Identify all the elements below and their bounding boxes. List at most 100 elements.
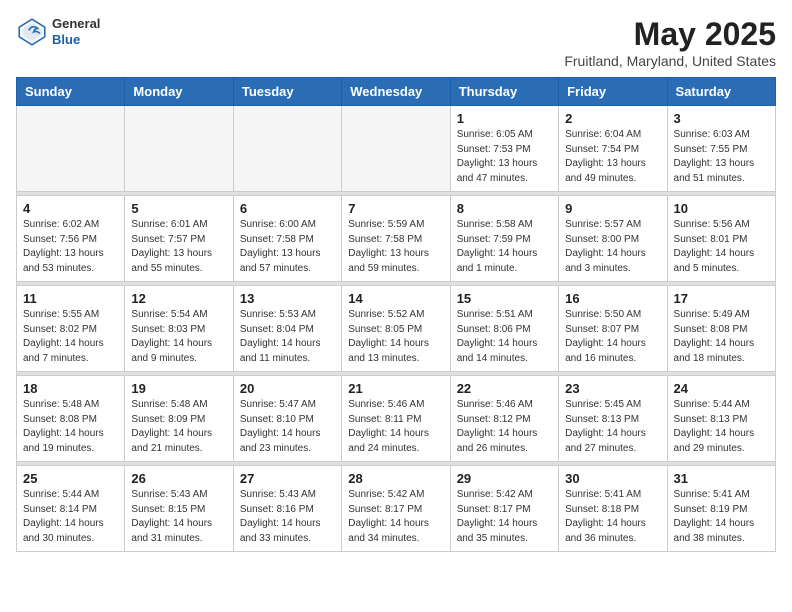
day-info: Sunrise: 5:59 AM Sunset: 7:58 PM Dayligh… <box>348 218 443 276</box>
day-info: Sunrise: 5:56 AM Sunset: 8:01 PM Dayligh… <box>674 218 769 276</box>
day-info: Sunrise: 5:46 AM Sunset: 8:12 PM Dayligh… <box>457 398 552 456</box>
day-info: Sunrise: 5:51 AM Sunset: 8:06 PM Dayligh… <box>457 308 552 366</box>
day-info: Sunrise: 5:45 AM Sunset: 8:13 PM Dayligh… <box>565 398 660 456</box>
calendar-day: 20 Sunrise: 5:47 AM Sunset: 8:10 PM Dayli… <box>233 376 341 462</box>
logo-text: General Blue <box>52 16 100 47</box>
calendar-day <box>342 106 450 192</box>
day-number: 21 <box>348 381 443 396</box>
page-header: General Blue May 2025 Fruitland, Marylan… <box>16 16 776 69</box>
logo-icon <box>16 16 48 48</box>
calendar-day: 27 Sunrise: 5:43 AM Sunset: 8:16 PM Dayli… <box>233 466 341 552</box>
day-number: 29 <box>457 471 552 486</box>
calendar-day: 29 Sunrise: 5:42 AM Sunset: 8:17 PM Dayli… <box>450 466 558 552</box>
day-number: 12 <box>131 291 226 306</box>
day-info: Sunrise: 5:46 AM Sunset: 8:11 PM Dayligh… <box>348 398 443 456</box>
weekday-header: Monday <box>125 78 233 106</box>
calendar-day: 25 Sunrise: 5:44 AM Sunset: 8:14 PM Dayli… <box>17 466 125 552</box>
calendar-day: 26Sunrise: 5:43 AM Sunset: 8:15 PM Dayli… <box>125 466 233 552</box>
day-info: Sunrise: 6:00 AM Sunset: 7:58 PM Dayligh… <box>240 218 335 276</box>
day-number: 10 <box>674 201 769 216</box>
day-info: Sunrise: 6:05 AM Sunset: 7:53 PM Dayligh… <box>457 128 552 186</box>
day-number: 23 <box>565 381 660 396</box>
day-info: Sunrise: 5:48 AM Sunset: 8:09 PM Dayligh… <box>131 398 226 456</box>
calendar-day <box>125 106 233 192</box>
day-number: 25 <box>23 471 118 486</box>
calendar-day: 18 Sunrise: 5:48 AM Sunset: 8:08 PM Dayli… <box>17 376 125 462</box>
calendar-day: 8Sunrise: 5:58 AM Sunset: 7:59 PM Daylig… <box>450 196 558 282</box>
calendar-day: 4Sunrise: 6:02 AM Sunset: 7:56 PM Daylig… <box>17 196 125 282</box>
day-info: Sunrise: 5:52 AM Sunset: 8:05 PM Dayligh… <box>348 308 443 366</box>
day-number: 22 <box>457 381 552 396</box>
day-info: Sunrise: 5:57 AM Sunset: 8:00 PM Dayligh… <box>565 218 660 276</box>
calendar-day: 14 Sunrise: 5:52 AM Sunset: 8:05 PM Dayli… <box>342 286 450 372</box>
calendar-day: 24 Sunrise: 5:44 AM Sunset: 8:13 PM Dayli… <box>667 376 775 462</box>
calendar-day <box>17 106 125 192</box>
weekday-header: Wednesday <box>342 78 450 106</box>
calendar-day: 5Sunrise: 6:01 AM Sunset: 7:57 PM Daylig… <box>125 196 233 282</box>
day-number: 4 <box>23 201 118 216</box>
weekday-header: Friday <box>559 78 667 106</box>
day-number: 3 <box>674 111 769 126</box>
day-info: Sunrise: 5:44 AM Sunset: 8:14 PM Dayligh… <box>23 488 118 546</box>
day-number: 24 <box>674 381 769 396</box>
day-number: 27 <box>240 471 335 486</box>
day-number: 31 <box>674 471 769 486</box>
logo-blue: Blue <box>52 32 100 48</box>
day-number: 15 <box>457 291 552 306</box>
day-info: Sunrise: 5:53 AM Sunset: 8:04 PM Dayligh… <box>240 308 335 366</box>
week-row: 4Sunrise: 6:02 AM Sunset: 7:56 PM Daylig… <box>17 196 776 282</box>
calendar-day: 10 Sunrise: 5:56 AM Sunset: 8:01 PM Dayli… <box>667 196 775 282</box>
location-subtitle: Fruitland, Maryland, United States <box>564 53 776 69</box>
weekday-header-row: SundayMondayTuesdayWednesdayThursdayFrid… <box>17 78 776 106</box>
calendar-day: 7 Sunrise: 5:59 AM Sunset: 7:58 PM Daylig… <box>342 196 450 282</box>
day-info: Sunrise: 5:49 AM Sunset: 8:08 PM Dayligh… <box>674 308 769 366</box>
day-number: 14 <box>348 291 443 306</box>
calendar-day: 16Sunrise: 5:50 AM Sunset: 8:07 PM Dayli… <box>559 286 667 372</box>
day-info: Sunrise: 5:50 AM Sunset: 8:07 PM Dayligh… <box>565 308 660 366</box>
calendar-day: 9 Sunrise: 5:57 AM Sunset: 8:00 PM Daylig… <box>559 196 667 282</box>
weekday-header: Saturday <box>667 78 775 106</box>
calendar-day: 17 Sunrise: 5:49 AM Sunset: 8:08 PM Dayli… <box>667 286 775 372</box>
weekday-header: Thursday <box>450 78 558 106</box>
calendar-day: 11Sunrise: 5:55 AM Sunset: 8:02 PM Dayli… <box>17 286 125 372</box>
day-number: 1 <box>457 111 552 126</box>
week-row: 11Sunrise: 5:55 AM Sunset: 8:02 PM Dayli… <box>17 286 776 372</box>
day-number: 6 <box>240 201 335 216</box>
month-year-title: May 2025 <box>564 16 776 53</box>
day-info: Sunrise: 5:54 AM Sunset: 8:03 PM Dayligh… <box>131 308 226 366</box>
day-info: Sunrise: 5:44 AM Sunset: 8:13 PM Dayligh… <box>674 398 769 456</box>
day-number: 19 <box>131 381 226 396</box>
day-info: Sunrise: 6:03 AM Sunset: 7:55 PM Dayligh… <box>674 128 769 186</box>
day-number: 13 <box>240 291 335 306</box>
day-info: Sunrise: 5:42 AM Sunset: 8:17 PM Dayligh… <box>457 488 552 546</box>
day-info: Sunrise: 5:48 AM Sunset: 8:08 PM Dayligh… <box>23 398 118 456</box>
calendar-day: 21 Sunrise: 5:46 AM Sunset: 8:11 PM Dayli… <box>342 376 450 462</box>
day-number: 7 <box>348 201 443 216</box>
week-row: 1 Sunrise: 6:05 AM Sunset: 7:53 PM Daylig… <box>17 106 776 192</box>
day-info: Sunrise: 5:41 AM Sunset: 8:18 PM Dayligh… <box>565 488 660 546</box>
day-info: Sunrise: 6:04 AM Sunset: 7:54 PM Dayligh… <box>565 128 660 186</box>
day-info: Sunrise: 5:43 AM Sunset: 8:15 PM Dayligh… <box>131 488 226 546</box>
day-info: Sunrise: 5:43 AM Sunset: 8:16 PM Dayligh… <box>240 488 335 546</box>
day-number: 20 <box>240 381 335 396</box>
calendar-day: 6 Sunrise: 6:00 AM Sunset: 7:58 PM Daylig… <box>233 196 341 282</box>
weekday-header: Tuesday <box>233 78 341 106</box>
day-number: 18 <box>23 381 118 396</box>
day-number: 5 <box>131 201 226 216</box>
day-info: Sunrise: 5:41 AM Sunset: 8:19 PM Dayligh… <box>674 488 769 546</box>
day-number: 9 <box>565 201 660 216</box>
day-info: Sunrise: 5:58 AM Sunset: 7:59 PM Dayligh… <box>457 218 552 276</box>
calendar-day: 30Sunrise: 5:41 AM Sunset: 8:18 PM Dayli… <box>559 466 667 552</box>
logo: General Blue <box>16 16 100 48</box>
day-info: Sunrise: 5:47 AM Sunset: 8:10 PM Dayligh… <box>240 398 335 456</box>
day-number: 2 <box>565 111 660 126</box>
day-number: 17 <box>674 291 769 306</box>
day-number: 28 <box>348 471 443 486</box>
week-row: 25 Sunrise: 5:44 AM Sunset: 8:14 PM Dayli… <box>17 466 776 552</box>
calendar-table: SundayMondayTuesdayWednesdayThursdayFrid… <box>16 77 776 552</box>
calendar-day: 31 Sunrise: 5:41 AM Sunset: 8:19 PM Dayli… <box>667 466 775 552</box>
calendar-day <box>233 106 341 192</box>
title-block: May 2025 Fruitland, Maryland, United Sta… <box>564 16 776 69</box>
calendar-day: 1 Sunrise: 6:05 AM Sunset: 7:53 PM Daylig… <box>450 106 558 192</box>
logo-general: General <box>52 16 100 32</box>
